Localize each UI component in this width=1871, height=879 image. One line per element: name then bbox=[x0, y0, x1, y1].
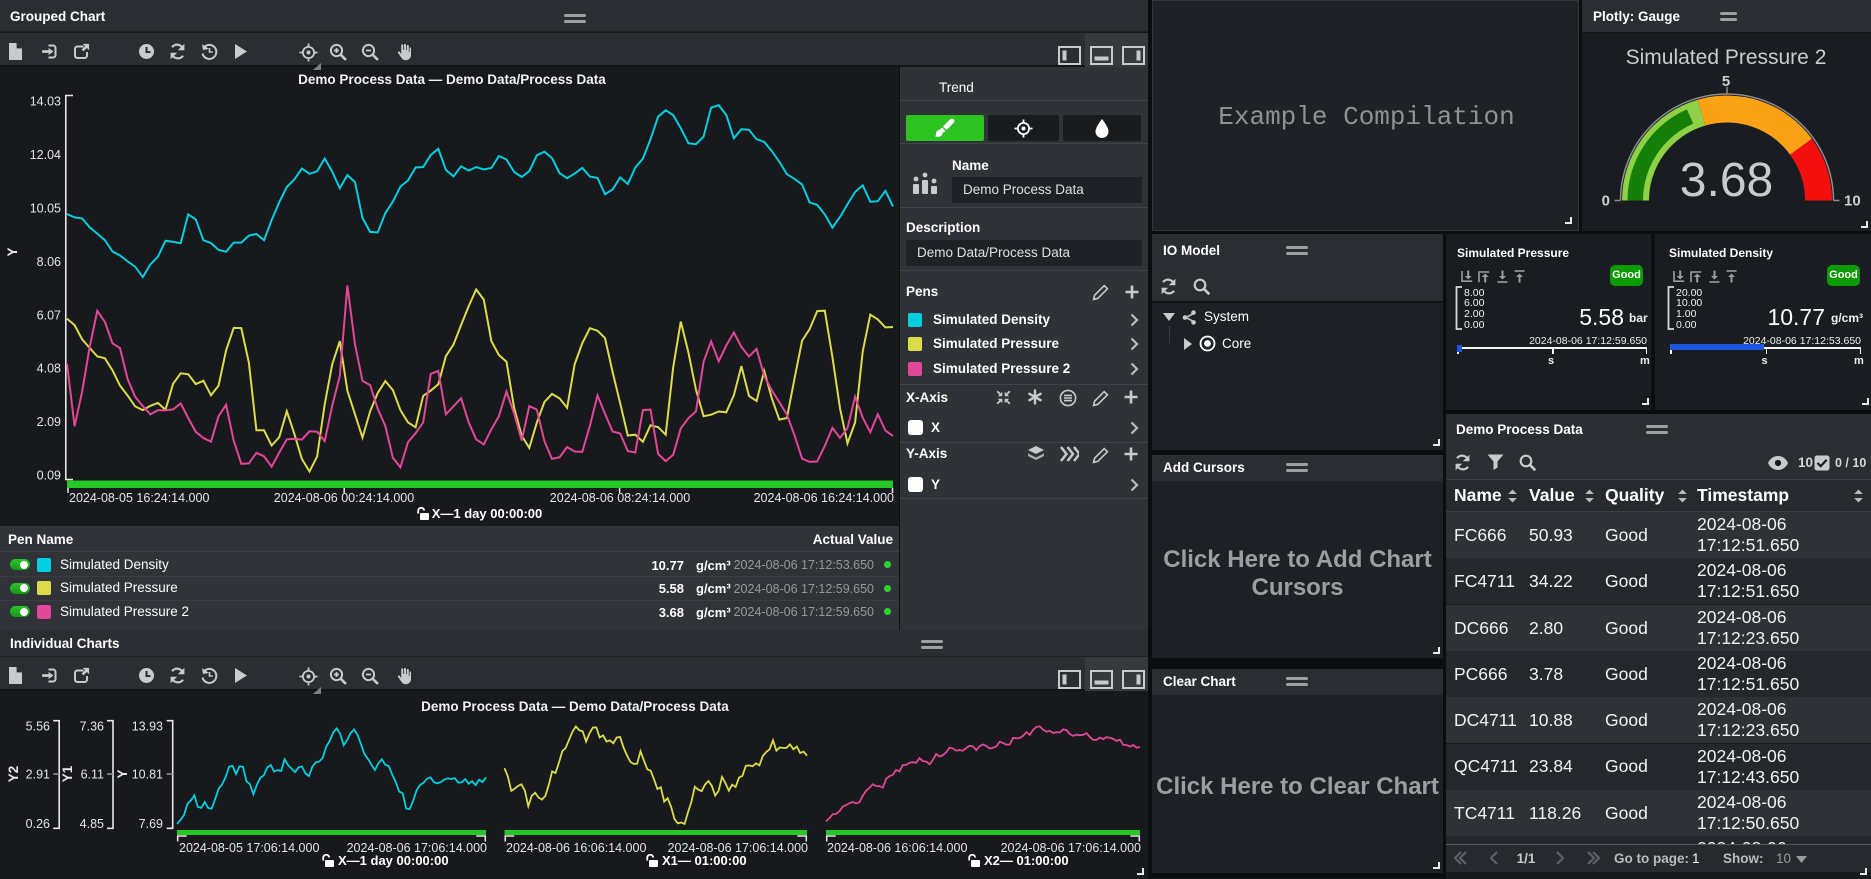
svg-text:10.05: 10.05 bbox=[30, 202, 61, 216]
svg-text:2.91: 2.91 bbox=[26, 767, 50, 781]
svg-text:6.07: 6.07 bbox=[37, 308, 61, 322]
svg-text:3.68: 3.68 bbox=[1680, 154, 1773, 207]
svg-text:Y: Y bbox=[5, 247, 20, 256]
svg-text:Demo Process Data — Demo Data/: Demo Process Data — Demo Data/Process Da… bbox=[298, 72, 606, 87]
svg-text:Y1: Y1 bbox=[60, 765, 75, 782]
svg-text:7.36: 7.36 bbox=[80, 720, 104, 734]
svg-text:2024-08-06 16:06:14.000: 2024-08-06 16:06:14.000 bbox=[506, 841, 646, 855]
svg-text:6.11: 6.11 bbox=[81, 767, 104, 781]
svg-text:2024-08-05 16:24:14.000: 2024-08-05 16:24:14.000 bbox=[69, 491, 209, 505]
svg-text:Demo Process Data — Demo Data/: Demo Process Data — Demo Data/Process Da… bbox=[421, 699, 729, 714]
svg-text:1/1: 1/1 bbox=[1517, 851, 1536, 866]
svg-text:X—1 day 00:00:00: X—1 day 00:00:00 bbox=[432, 506, 543, 521]
svg-text:2024-08-05 17:06:14.000: 2024-08-05 17:06:14.000 bbox=[179, 841, 319, 855]
svg-text:X2— 01:00:00: X2— 01:00:00 bbox=[984, 853, 1069, 868]
svg-text:X—1 day 00:00:00: X—1 day 00:00:00 bbox=[338, 853, 449, 868]
svg-text:Simulated Pressure 2: Simulated Pressure 2 bbox=[1626, 46, 1827, 69]
svg-text:4.85: 4.85 bbox=[80, 817, 104, 831]
svg-text:8.06: 8.06 bbox=[37, 255, 61, 269]
svg-text:0.26: 0.26 bbox=[26, 817, 50, 831]
svg-text:2024-08-06 16:24:14.000: 2024-08-06 16:24:14.000 bbox=[754, 491, 894, 505]
svg-text:13.93: 13.93 bbox=[132, 720, 163, 734]
svg-text:0: 0 bbox=[1602, 193, 1610, 210]
svg-text:2024-08-06 00:24:14.000: 2024-08-06 00:24:14.000 bbox=[274, 491, 414, 505]
svg-text:2.09: 2.09 bbox=[37, 415, 61, 429]
svg-text:2024-08-06 08:24:14.000: 2024-08-06 08:24:14.000 bbox=[550, 491, 690, 505]
svg-text:Y2: Y2 bbox=[6, 766, 21, 783]
svg-text:7.69: 7.69 bbox=[139, 817, 163, 831]
svg-text:4.08: 4.08 bbox=[37, 362, 61, 376]
svg-text:5.56: 5.56 bbox=[26, 720, 50, 734]
svg-text:X1— 01:00:00: X1— 01:00:00 bbox=[662, 853, 747, 868]
svg-text:0.09: 0.09 bbox=[37, 469, 61, 483]
svg-text:14.03: 14.03 bbox=[30, 95, 61, 109]
svg-text:10.81: 10.81 bbox=[132, 767, 163, 781]
svg-text:2024-08-06 16:06:14.000: 2024-08-06 16:06:14.000 bbox=[827, 841, 967, 855]
svg-text:12.04: 12.04 bbox=[30, 148, 61, 162]
svg-text:5: 5 bbox=[1722, 73, 1730, 90]
svg-text:Y: Y bbox=[115, 769, 130, 778]
svg-text:10: 10 bbox=[1844, 193, 1861, 210]
